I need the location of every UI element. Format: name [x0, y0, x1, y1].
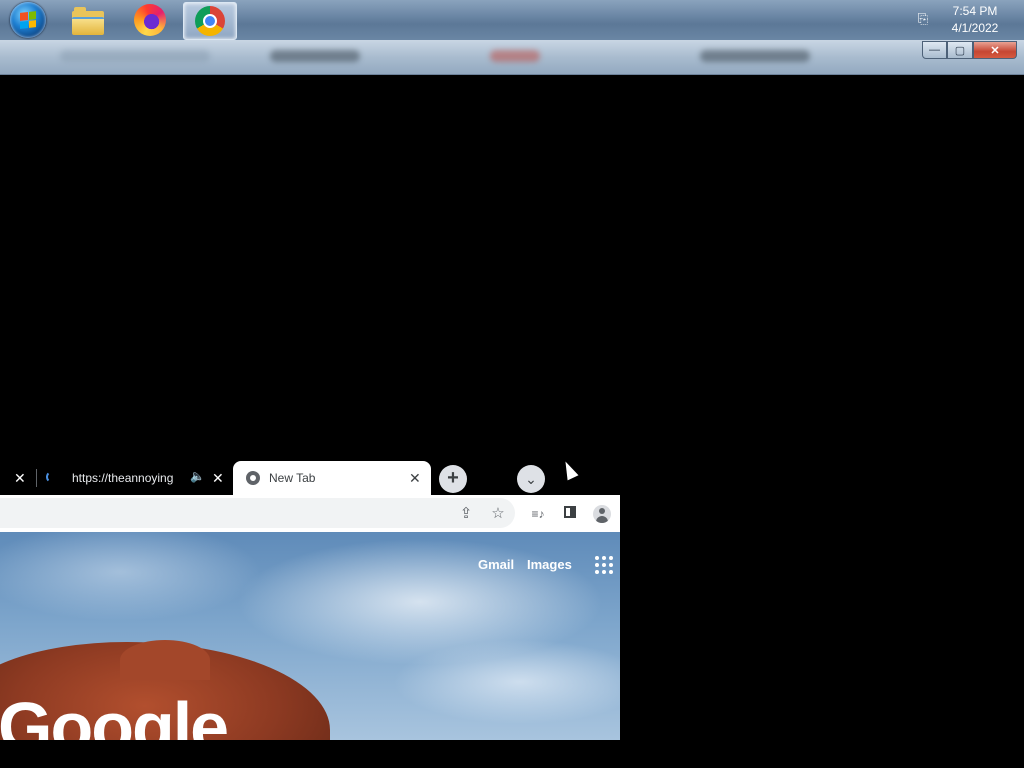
folder-icon [72, 7, 104, 35]
tab-search-button[interactable]: ⌄ [517, 465, 545, 493]
minimize-button[interactable]: — [922, 41, 947, 59]
windows-logo-icon [10, 2, 46, 38]
window-title-bar [0, 40, 1024, 75]
start-button[interactable] [2, 2, 54, 38]
taskbar: ⎘ 7:54 PM 4/1/2022 [0, 0, 1024, 41]
tab-close-icon[interactable]: ✕ [409, 470, 421, 487]
tab-annoying-site[interactable]: https://theannoying 🔈 ✕ [36, 461, 232, 495]
google-logo: Google [0, 688, 229, 740]
chrome-icon [195, 6, 225, 36]
chrome-window: ✕ https://theannoying 🔈 ✕ New Tab ✕ + ⌄ … [0, 461, 620, 740]
share-icon[interactable]: ⇪ [454, 502, 478, 526]
star-icon[interactable]: ☆ [486, 502, 510, 526]
firefox-icon [134, 4, 166, 36]
window-controls: — ▢ ✕ [922, 41, 1017, 59]
browser-toolbar: ⇪ ☆ ≡♪ [0, 495, 620, 532]
taskbar-firefox-button[interactable] [124, 2, 176, 38]
tab-title: https://theannoying [72, 471, 174, 485]
tab-title: New Tab [269, 471, 316, 485]
new-tab-button[interactable]: + [439, 465, 467, 493]
tab-partial[interactable]: ✕ [0, 461, 36, 495]
tab-strip: ✕ https://theannoying 🔈 ✕ New Tab ✕ + ⌄ [0, 461, 620, 495]
maximize-button[interactable]: ▢ [947, 41, 973, 59]
tab-close-icon[interactable]: ✕ [212, 470, 224, 487]
clock-time: 7:54 PM [952, 4, 998, 18]
chrome-favicon-icon [246, 471, 260, 485]
clock[interactable]: 7:54 PM 4/1/2022 [940, 3, 1010, 37]
images-link[interactable]: Images [527, 557, 572, 572]
side-panel-icon[interactable] [558, 502, 582, 526]
tab-close-icon[interactable]: ✕ [14, 470, 26, 487]
taskbar-chrome-button[interactable] [183, 2, 237, 40]
new-tab-page: Gmail Images Google [0, 532, 620, 740]
clock-date: 4/1/2022 [951, 21, 999, 35]
close-button[interactable]: ✕ [973, 41, 1017, 59]
google-apps-icon[interactable] [595, 556, 613, 574]
tab-new-tab[interactable]: New Tab ✕ [233, 461, 431, 495]
speaker-icon[interactable]: 🔈 [190, 469, 205, 483]
media-control-icon[interactable]: ≡♪ [526, 502, 550, 526]
profile-icon[interactable] [590, 502, 614, 526]
taskbar-explorer-button[interactable] [62, 2, 114, 38]
address-bar[interactable] [0, 498, 515, 528]
loading-spinner-icon [46, 471, 58, 483]
network-icon[interactable]: ⎘ [914, 10, 932, 28]
gmail-link[interactable]: Gmail [478, 557, 514, 572]
